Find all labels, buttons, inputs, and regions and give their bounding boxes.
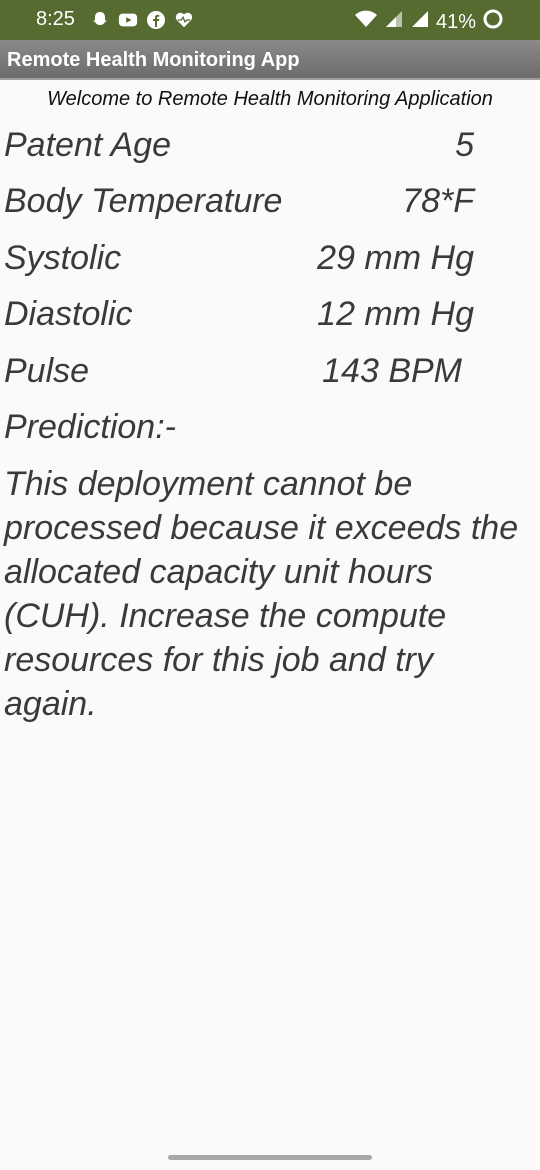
reading-value: 143 BPM: [322, 352, 462, 390]
reading-value: 5: [455, 126, 474, 164]
reading-row-diastolic: Diastolic 12 mm Hg: [4, 295, 524, 345]
reading-label: Body Temperature: [4, 182, 283, 220]
youtube-icon: [118, 10, 138, 30]
status-bar: 8:25 41%: [0, 0, 540, 40]
prediction-result: This deployment cannot be processed beca…: [4, 465, 519, 723]
heart-rate-icon: [174, 10, 194, 30]
signal-icon: [384, 9, 404, 35]
reading-label: Patent Age: [4, 126, 171, 164]
battery-icon: [482, 8, 504, 36]
reading-label: Diastolic: [4, 295, 133, 333]
battery-percent: 41%: [435, 10, 476, 33]
wifi-icon: [354, 9, 378, 35]
notification-icons: [90, 10, 194, 30]
reading-value: 12 mm Hg: [317, 295, 474, 333]
app-title: Remote Health Monitoring App: [7, 49, 300, 71]
home-gesture-bar[interactable]: [168, 1155, 372, 1160]
reading-value: 29 mm Hg: [317, 239, 474, 277]
system-status: 41%: [354, 8, 504, 36]
snapchat-icon: [90, 10, 110, 30]
prediction-label: Prediction:-: [4, 408, 176, 446]
reading-label: Systolic: [4, 239, 122, 277]
reading-row-temperature: Body Temperature 78*F: [4, 182, 524, 232]
status-time: 8:25: [36, 8, 75, 30]
reading-label: Pulse: [4, 352, 90, 390]
app-title-bar: Remote Health Monitoring App: [0, 40, 540, 80]
reading-row-systolic: Systolic 29 mm Hg: [4, 239, 524, 289]
reading-row-age: Patent Age 5: [4, 126, 524, 176]
reading-value: 78*F: [402, 182, 474, 220]
reading-row-pulse: Pulse 143 BPM: [4, 352, 524, 402]
welcome-message: Welcome to Remote Health Monitoring Appl…: [47, 88, 493, 110]
signal-icon: [410, 9, 430, 35]
facebook-icon: [146, 10, 166, 30]
